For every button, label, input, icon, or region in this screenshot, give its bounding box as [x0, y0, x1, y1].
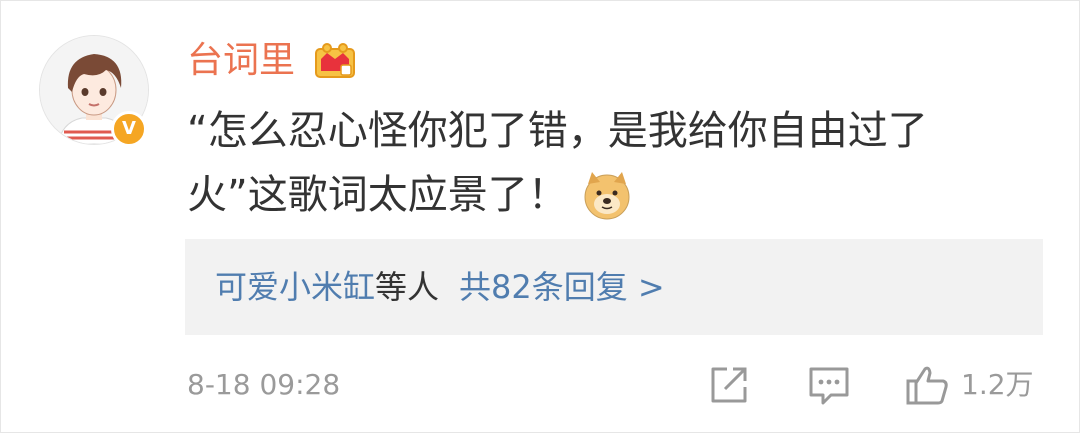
timestamp: 8-18 09:28: [187, 368, 341, 401]
doge-icon: [584, 172, 630, 220]
comment-icon[interactable]: [807, 363, 851, 407]
crown-icon: [315, 43, 355, 78]
like-count: 1.2万: [961, 368, 1034, 401]
comment-text: “怎么忍心怪你犯了错，是我给你自由过了火”这歌词太应景了！: [187, 99, 1007, 227]
share-icon[interactable]: [707, 363, 751, 407]
username[interactable]: 台词里: [187, 37, 295, 85]
reply-users-suffix: 等人: [375, 268, 440, 306]
reply-summary[interactable]: 可爱小米缸等人 共82条回复 >: [185, 239, 1043, 335]
comment-body: “怎么忍心怪你犯了错，是我给你自由过了火”这歌词太应景了！: [187, 108, 928, 218]
verified-icon: V: [111, 111, 147, 147]
reply-count-link[interactable]: 共82条回复 >: [459, 268, 665, 306]
comment-card: V 台词里 “怎么忍心怪你犯了错，是我给你自由过了火”这歌词太应景了！ 可爱小米…: [0, 0, 1080, 433]
reply-users-link[interactable]: 可爱小米缸: [215, 268, 375, 306]
like-icon[interactable]: [905, 363, 949, 407]
